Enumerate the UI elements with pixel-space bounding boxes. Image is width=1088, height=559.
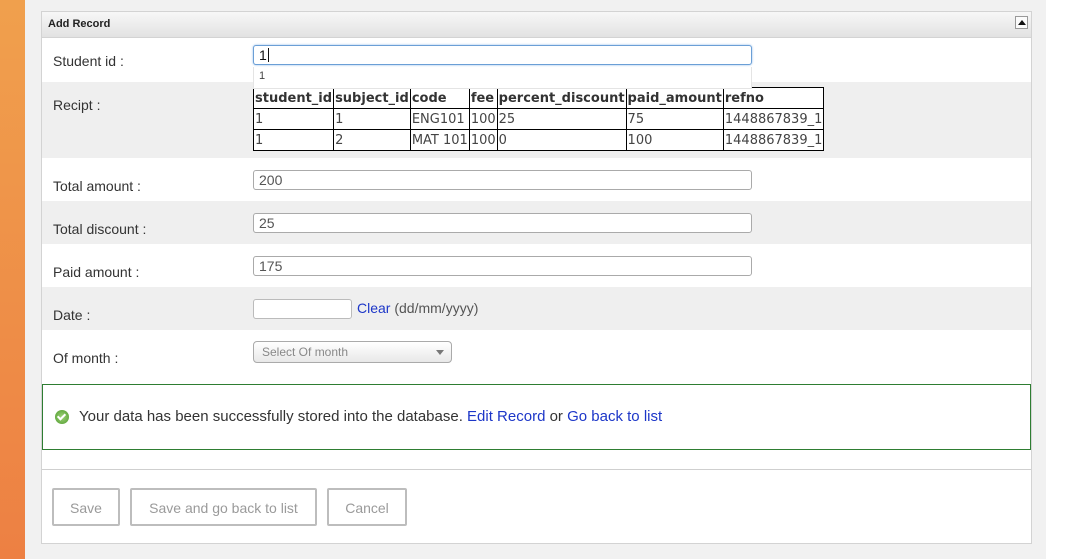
- save-button[interactable]: Save: [52, 488, 120, 526]
- column-header: code: [409, 87, 470, 109]
- table-cell: ENG101: [409, 108, 470, 130]
- divider: [42, 469, 1031, 470]
- table-cell: 1448867839_1: [722, 129, 825, 151]
- row-total-amount: Total amount : 200: [42, 158, 1031, 201]
- row-date: Date :: [42, 287, 1031, 330]
- column-header: paid_amount: [625, 87, 724, 109]
- student-id-label: Student id :: [53, 53, 124, 69]
- table-cell: 1: [252, 129, 335, 151]
- cancel-button[interactable]: Cancel: [327, 488, 407, 526]
- chevron-down-icon: [436, 350, 444, 355]
- text-caret: [267, 48, 269, 62]
- table-cell: 1: [252, 108, 335, 130]
- row-total-discount: Total discount : 25: [42, 201, 1031, 244]
- check-circle-icon: [55, 410, 69, 424]
- student-id-autocomplete: 1: [253, 67, 752, 89]
- of-month-placeholder: Select Of month: [262, 345, 349, 359]
- save-and-go-back-button[interactable]: Save and go back to list: [130, 488, 317, 526]
- column-header: student_id: [252, 87, 335, 109]
- clear-date-link[interactable]: Clear: [357, 300, 390, 316]
- edit-record-link[interactable]: Edit Record: [467, 408, 545, 425]
- column-header: percent_discount: [496, 87, 627, 109]
- or-text: or: [549, 408, 563, 425]
- student-id-value: 1: [259, 47, 267, 63]
- panel-title: Add Record: [48, 18, 111, 30]
- table-cell: 100: [625, 129, 724, 151]
- row-paid-amount: Paid amount : 175: [42, 244, 1031, 287]
- table-cell: 1: [333, 108, 411, 130]
- go-back-to-list-link[interactable]: Go back to list: [567, 408, 662, 425]
- column-header: fee: [468, 87, 498, 109]
- table-cell: 0: [496, 129, 627, 151]
- panel-header: Add Record: [42, 12, 1031, 38]
- collapse-icon[interactable]: [1015, 16, 1028, 29]
- total-discount-label: Total discount :: [53, 221, 147, 237]
- of-month-select[interactable]: Select Of month: [253, 341, 452, 363]
- success-text: Your data has been successfully stored i…: [79, 408, 662, 425]
- table-cell: 2: [333, 129, 411, 151]
- recipt-label: Recipt :: [53, 97, 101, 113]
- paid-amount-input[interactable]: 175: [253, 256, 752, 276]
- success-message: Your data has been successfully stored i…: [42, 384, 1031, 450]
- column-header: subject_id: [333, 87, 411, 109]
- table-cell: 100: [468, 108, 498, 130]
- date-input[interactable]: [253, 299, 352, 319]
- success-message-text: Your data has been successfully stored i…: [79, 408, 463, 425]
- column-header: refno: [722, 87, 825, 109]
- row-of-month: Of month :: [42, 330, 1031, 373]
- table-cell: 1448867839_1: [722, 108, 825, 130]
- paid-amount-label: Paid amount :: [53, 264, 140, 280]
- add-record-panel: Add Record Student id : 1 Recipt : stude…: [41, 11, 1032, 544]
- of-month-label: Of month :: [53, 350, 119, 366]
- table-cell: 25: [496, 108, 627, 130]
- table-row: 1 2 MAT 101 100 0 100 1448867839_1: [252, 129, 825, 151]
- total-amount-input[interactable]: 200: [253, 170, 752, 190]
- total-discount-input[interactable]: 25: [253, 213, 752, 233]
- recipt-table: student_id subject_id code fee percent_d…: [252, 87, 825, 151]
- table-cell: 75: [625, 108, 724, 130]
- student-id-input[interactable]: 1: [253, 45, 752, 65]
- table-row: 1 1 ENG101 100 25 75 1448867839_1: [252, 108, 825, 130]
- autocomplete-option[interactable]: 1: [259, 70, 265, 82]
- table-header-row: student_id subject_id code fee percent_d…: [252, 87, 825, 109]
- date-format-hint: (dd/mm/yyyy): [394, 300, 479, 316]
- date-controls: Clear (dd/mm/yyyy): [357, 300, 478, 316]
- table-cell: MAT 101: [409, 129, 470, 151]
- table-cell: 100: [468, 129, 498, 151]
- total-amount-label: Total amount :: [53, 178, 141, 194]
- date-label: Date :: [53, 307, 91, 323]
- orange-sidebar-strip: [0, 0, 25, 559]
